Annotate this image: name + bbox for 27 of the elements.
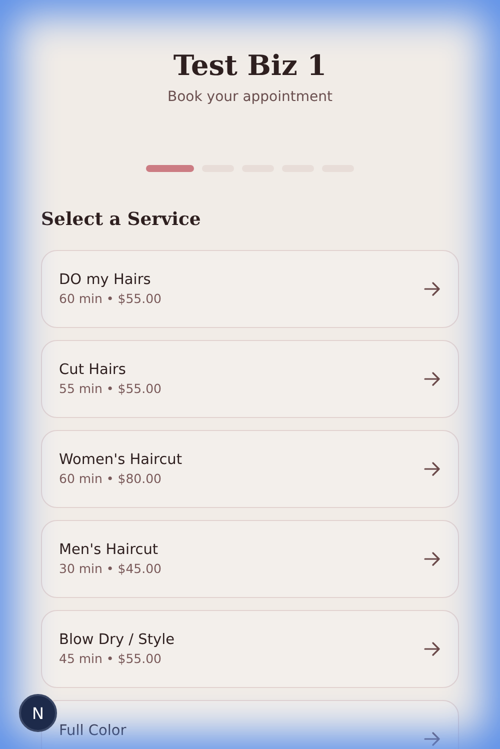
service-name: Men's Haircut: [59, 542, 160, 558]
arrow-right-icon: [424, 372, 440, 386]
service-card[interactable]: Cut Hairs 55 min • $55.00: [41, 340, 459, 418]
dev-badge[interactable]: N: [19, 694, 57, 732]
arrow-right-icon: [424, 642, 440, 656]
service-name: Cut Hairs: [59, 362, 127, 378]
service-card[interactable]: DO my Hairs 60 min • $55.00: [41, 250, 459, 328]
service-name: Full Color: [59, 723, 126, 739]
service-details: 60 min • $55.00: [59, 291, 162, 306]
service-card[interactable]: Men's Haircut 30 min • $45.00: [41, 520, 459, 598]
business-title: Test Biz 1: [172, 48, 328, 84]
arrow-right-icon: [424, 462, 440, 476]
service-details: 45 min • $55.00: [59, 651, 163, 666]
service-name: Women's Haircut: [59, 452, 182, 468]
subtitle: Book your appointment: [166, 88, 334, 106]
arrow-right-icon: [424, 282, 440, 296]
service-details: 60 min • $80.00: [59, 471, 163, 486]
service-card[interactable]: Blow Dry / Style 45 min • $55.00: [41, 610, 459, 688]
arrow-right-icon: [424, 552, 440, 566]
section-title: Select a Service: [41, 208, 202, 232]
service-name: DO my Hairs: [59, 272, 152, 288]
service-name: Blow Dry / Style: [59, 632, 175, 648]
arrow-right-icon: [424, 732, 440, 746]
service-details: 55 min • $55.00: [59, 381, 162, 396]
service-card[interactable]: Full Color: [41, 700, 459, 749]
service-details: 30 min • $45.00: [59, 561, 162, 576]
service-card[interactable]: Women's Haircut 60 min • $80.00: [41, 430, 459, 508]
